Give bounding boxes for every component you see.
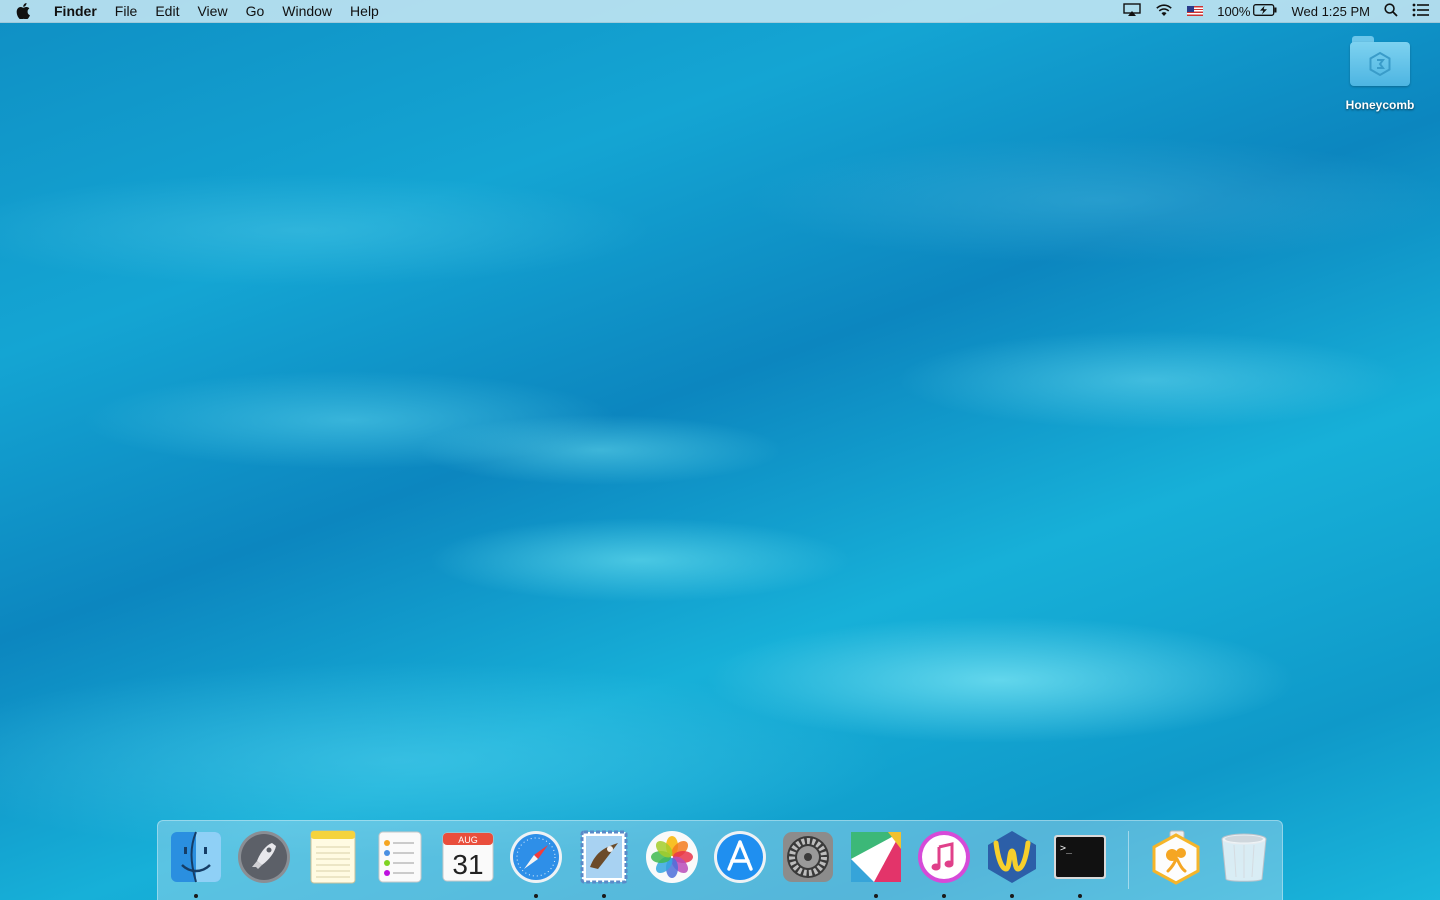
dock-item-wunderlist[interactable]	[984, 829, 1040, 898]
battery-percent: 100%	[1217, 3, 1251, 19]
menu-window[interactable]: Window	[273, 0, 341, 22]
dock-item-terminal[interactable]: >_	[1052, 829, 1108, 898]
calendar-month: AUG	[458, 835, 478, 845]
honeycomb-icon	[1152, 830, 1200, 885]
running-indicator	[874, 894, 878, 898]
running-indicator	[602, 894, 606, 898]
airplay-icon[interactable]	[1123, 2, 1141, 20]
dock-item-app-store[interactable]	[712, 829, 768, 885]
apple-menu-icon[interactable]	[0, 3, 46, 19]
menu-help[interactable]: Help	[341, 0, 388, 22]
app-store-icon	[714, 831, 766, 883]
slack-icon: S	[851, 832, 901, 882]
notes-icon	[310, 830, 356, 884]
menu-edit[interactable]: Edit	[146, 0, 188, 22]
dock-item-mail[interactable]	[576, 829, 632, 898]
dock-item-launchpad[interactable]	[236, 829, 292, 885]
desktop-icon-label: Honeycomb	[1345, 98, 1415, 112]
reminders-icon	[378, 831, 422, 883]
dock-item-safari[interactable]	[508, 829, 564, 898]
battery-status[interactable]: 100%	[1217, 4, 1277, 19]
folder-icon	[1350, 36, 1410, 86]
dock-item-slack[interactable]: S	[848, 829, 904, 898]
terminal-prompt: >_	[1060, 843, 1073, 854]
itunes-icon	[918, 831, 970, 883]
calendar-icon: AUG 31	[442, 832, 494, 882]
running-indicator	[1078, 894, 1082, 898]
launchpad-icon	[238, 831, 290, 883]
menu-file[interactable]: File	[106, 0, 147, 22]
dock-item-trash[interactable]	[1216, 829, 1272, 885]
running-indicator	[534, 894, 538, 898]
dock-item-honeycomb[interactable]	[1148, 829, 1204, 885]
dock-item-itunes[interactable]	[916, 829, 972, 898]
wifi-icon[interactable]	[1155, 3, 1173, 20]
dock-item-notes[interactable]	[304, 829, 360, 885]
gear-icon	[783, 832, 833, 882]
finder-icon	[171, 831, 221, 883]
photos-icon	[646, 831, 698, 883]
dock-item-system-preferences[interactable]	[780, 829, 836, 885]
clock[interactable]: Wed 1:25 PM	[1291, 4, 1370, 19]
svg-text:S: S	[867, 842, 886, 873]
battery-charging-icon	[1253, 3, 1277, 19]
running-indicator	[194, 894, 198, 898]
desktop-icon-honeycomb[interactable]: Honeycomb	[1340, 34, 1420, 112]
dock-separator	[1128, 831, 1129, 889]
menu-view[interactable]: View	[188, 0, 236, 22]
spotlight-search-icon[interactable]	[1384, 2, 1398, 20]
mail-icon	[580, 830, 628, 884]
dock-item-reminders[interactable]	[372, 829, 428, 885]
trash-icon	[1221, 833, 1267, 882]
terminal-icon: >_	[1054, 835, 1106, 879]
wunderlist-icon	[988, 831, 1036, 883]
dock: AUG 31 S >_	[157, 820, 1283, 900]
running-indicator	[1010, 894, 1014, 898]
calendar-day: 31	[452, 849, 483, 880]
running-indicator	[942, 894, 946, 898]
dock-item-photos[interactable]	[644, 829, 700, 885]
safari-icon	[510, 831, 562, 883]
menu-app-name[interactable]: Finder	[46, 0, 106, 22]
dock-item-finder[interactable]	[168, 829, 224, 898]
menu-bar: Finder File Edit View Go Window Help 100…	[0, 0, 1440, 23]
notification-center-icon[interactable]	[1412, 3, 1430, 20]
dock-item-calendar[interactable]: AUG 31	[440, 829, 496, 885]
menu-go[interactable]: Go	[237, 0, 274, 22]
input-source-flag-icon[interactable]	[1187, 6, 1204, 16]
